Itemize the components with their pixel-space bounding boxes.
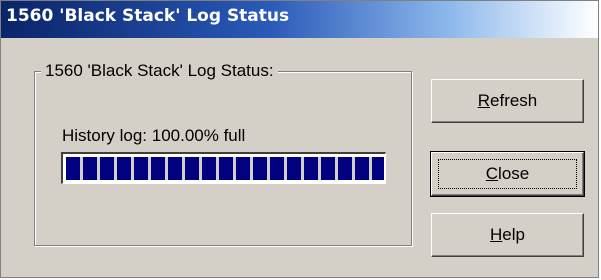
help-mnemonic: H	[490, 225, 503, 244]
title-bar[interactable]: 1560 'Black Stack' Log Status	[1, 1, 598, 38]
close-button-label: Close	[432, 164, 583, 184]
close-label-rest: lose	[498, 164, 530, 183]
refresh-button[interactable]: Refresh	[431, 79, 584, 123]
history-log-progress-bar	[61, 152, 386, 184]
close-button[interactable]: Close	[430, 151, 585, 197]
help-button-label: Help	[432, 225, 583, 245]
progress-fill	[66, 157, 384, 180]
group-legend: 1560 'Black Stack' Log Status:	[41, 61, 278, 81]
window-title: 1560 'Black Stack' Log Status	[6, 6, 290, 26]
refresh-mnemonic: R	[477, 91, 491, 110]
help-button[interactable]: Help	[431, 213, 584, 257]
history-log-label: History log: 100.00% full	[62, 126, 246, 145]
log-status-dialog: 1560 'Black Stack' Log Status 1560 'Blac…	[0, 0, 599, 278]
close-mnemonic: C	[485, 164, 499, 183]
refresh-label-rest: efresh	[490, 91, 538, 110]
refresh-button-label: Refresh	[432, 91, 583, 111]
help-label-rest: elp	[502, 225, 525, 244]
